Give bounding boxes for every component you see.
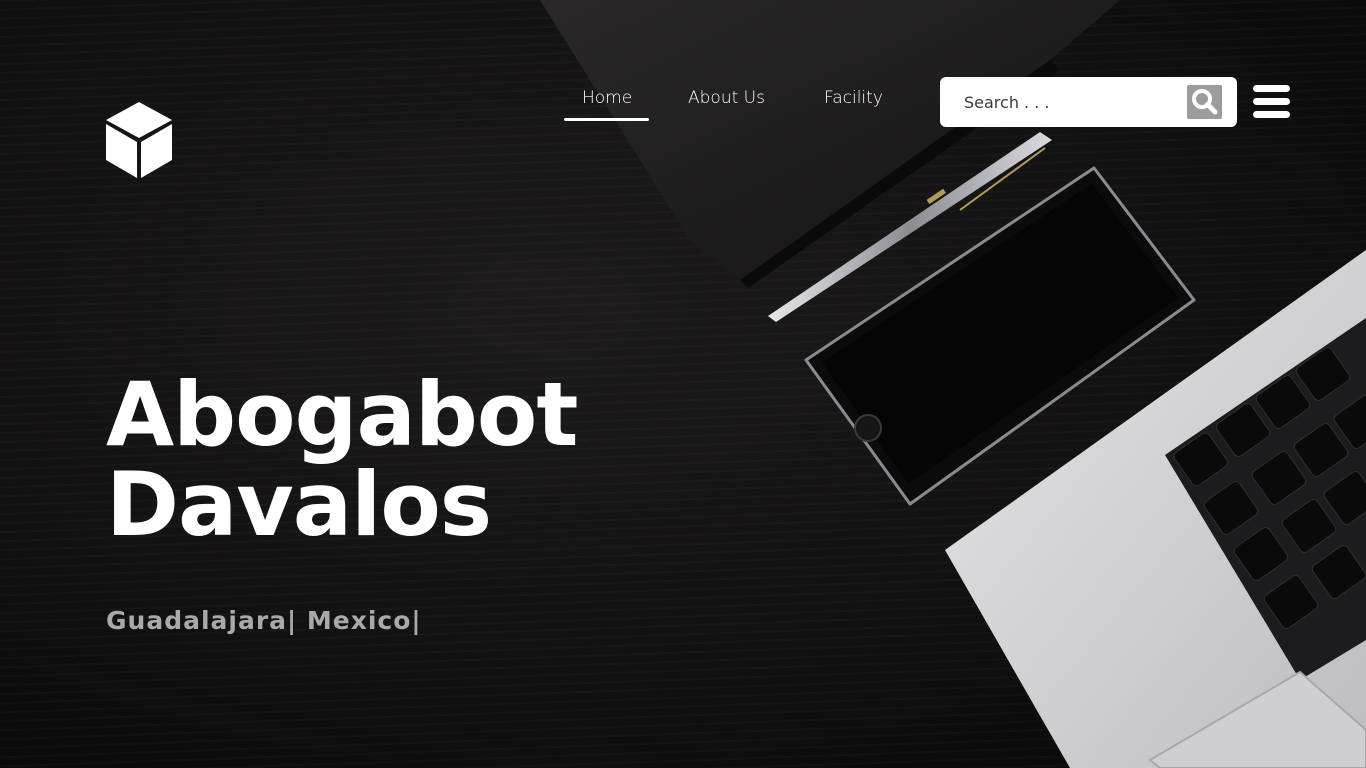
hero-subtitle: Guadalajara| Mexico|	[106, 606, 422, 635]
hero-title: Abogabot Davalos	[106, 370, 578, 550]
active-nav-indicator	[564, 118, 649, 121]
cube-icon[interactable]	[104, 100, 174, 180]
search-box	[940, 77, 1237, 127]
menu-bar	[1253, 98, 1290, 105]
hero-title-line2: Davalos	[106, 453, 492, 556]
landing-page: Home About Us Facility Abogabot Davalos …	[0, 0, 1366, 768]
search-icon	[1192, 89, 1218, 115]
hamburger-menu-icon[interactable]	[1253, 85, 1290, 119]
nav-item-home[interactable]: Home	[582, 88, 632, 108]
nav-item-about-us[interactable]: About Us	[688, 88, 765, 108]
menu-bar	[1253, 85, 1290, 92]
menu-bar	[1253, 111, 1290, 118]
nav-item-facility[interactable]: Facility	[824, 88, 883, 108]
hero-title-line1: Abogabot	[106, 363, 578, 466]
search-button[interactable]	[1187, 85, 1222, 119]
search-input[interactable]	[954, 85, 1194, 119]
